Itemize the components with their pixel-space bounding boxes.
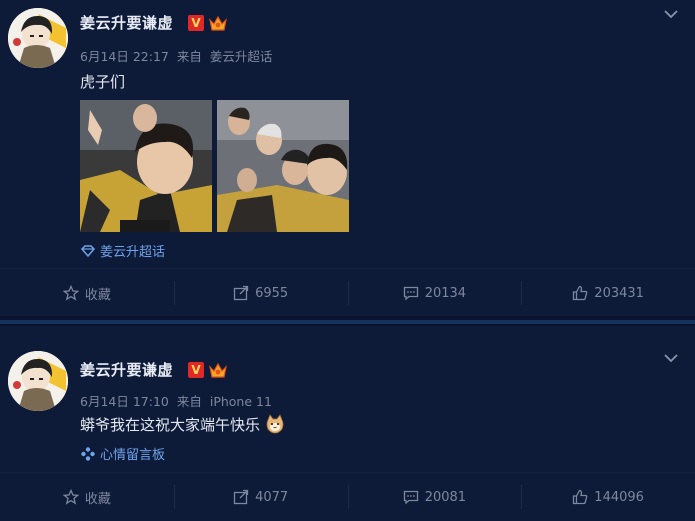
author-name[interactable]: 姜云升要谦虚 — [80, 359, 173, 380]
topic-link[interactable]: 心情留言板 — [80, 444, 165, 463]
post-separator — [0, 316, 695, 326]
comment-button[interactable]: 20081 — [347, 473, 522, 521]
repost-button[interactable]: 6955 — [173, 269, 348, 317]
post-source[interactable]: 姜云升超话 — [210, 49, 273, 64]
source-prefix: 来自 — [176, 394, 202, 409]
action-bar: 收藏 4077 20081 144096 — [0, 472, 695, 521]
like-count: 144096 — [594, 489, 644, 505]
post-text-row: 蟒爷我在这祝大家端午快乐 — [80, 414, 285, 435]
share-icon — [233, 285, 249, 301]
favorite-button[interactable]: 收藏 — [0, 269, 174, 317]
comment-icon — [403, 286, 418, 301]
thumbs-up-icon — [573, 285, 588, 301]
favorite-button[interactable]: 收藏 — [0, 473, 174, 521]
like-button[interactable]: 144096 — [521, 473, 695, 521]
post-photo[interactable] — [80, 100, 212, 232]
share-icon — [233, 489, 249, 505]
source-prefix: 来自 — [176, 49, 202, 64]
vip-crown-icon — [209, 362, 227, 378]
topic-label: 姜云升超话 — [100, 245, 166, 260]
post-photo[interactable] — [217, 100, 349, 232]
topic-link[interactable]: 姜云升超话 — [80, 241, 165, 260]
repost-button[interactable]: 4077 — [173, 473, 348, 521]
post-date[interactable]: 6月14日 22:17 — [80, 49, 169, 64]
comment-icon — [403, 490, 418, 505]
comment-count: 20134 — [424, 285, 467, 301]
comment-button[interactable]: 20134 — [347, 269, 522, 317]
favorite-label: 收藏 — [84, 287, 111, 303]
thumbs-up-icon — [573, 489, 588, 505]
favorite-label: 收藏 — [84, 491, 111, 507]
post-text: 蟒爷我在这祝大家端午快乐 — [80, 416, 261, 434]
post-text: 虎子们 — [80, 73, 126, 91]
avatar[interactable] — [8, 351, 68, 411]
post-meta: 6月14日 17:10 来自 iPhone 11 — [80, 391, 276, 410]
repost-count: 6955 — [255, 285, 289, 301]
verified-badge: V — [188, 15, 204, 31]
star-icon — [62, 489, 79, 505]
post-source: iPhone 11 — [209, 394, 272, 409]
cat-emoji — [266, 414, 284, 434]
topic-label: 心情留言板 — [100, 448, 166, 463]
verified-badge: V — [188, 362, 204, 378]
action-bar: 收藏 6955 20134 203431 — [0, 268, 695, 317]
post-card: 姜云升要谦虚 V 6月14日 17:10 来自 iPhone 11 蟒爷我在这祝… — [0, 326, 695, 518]
post-card: 姜云升要谦虚 V 6月14日 22:17 来自 姜云升超话 虎子们 姜云升超话 … — [0, 0, 695, 316]
like-button[interactable]: 203431 — [521, 269, 695, 317]
chevron-down-icon[interactable] — [663, 9, 679, 19]
comment-count: 20081 — [424, 489, 467, 505]
pinwheel-icon — [81, 446, 95, 461]
vip-crown-icon — [209, 15, 227, 31]
avatar[interactable] — [8, 8, 68, 68]
repost-count: 4077 — [255, 489, 289, 505]
post-date[interactable]: 6月14日 17:10 — [80, 394, 169, 409]
diamond-icon — [80, 244, 96, 257]
like-count: 203431 — [594, 285, 644, 301]
chevron-down-icon[interactable] — [663, 353, 679, 363]
star-icon — [62, 285, 79, 301]
author-name[interactable]: 姜云升要谦虚 — [80, 12, 173, 33]
post-meta: 6月14日 22:17 来自 姜云升超话 — [80, 46, 276, 65]
